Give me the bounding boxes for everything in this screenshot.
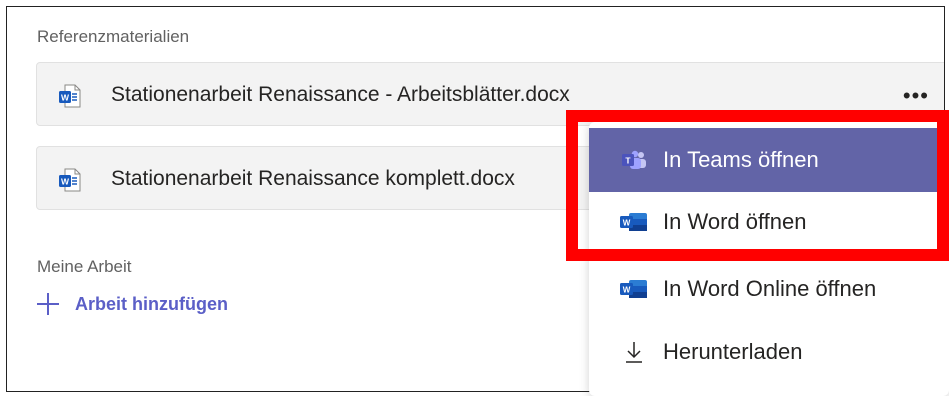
menu-item-open-in-word-online[interactable]: W In Word Online öffnen [589, 257, 949, 321]
svg-text:W: W [623, 286, 631, 295]
menu-item-download[interactable]: Herunterladen [589, 320, 949, 384]
file-name: Stationenarbeit Renaissance - Arbeitsblä… [111, 83, 570, 106]
menu-item-label: In Word öffnen [663, 209, 807, 234]
plus-icon [37, 293, 59, 315]
file-card-arbeitsblaetter[interactable]: W Stationenarbeit Renaissance - Arbeitsb… [36, 62, 944, 126]
word-doc-icon: W [59, 84, 81, 113]
menu-item-label: Herunterladen [663, 339, 803, 364]
menu-item-label: In Word Online öffnen [663, 276, 877, 301]
menu-item-open-in-teams[interactable]: T In Teams öffnen [589, 128, 949, 192]
svg-text:W: W [61, 177, 70, 187]
word-doc-icon: W [59, 168, 81, 197]
download-icon [619, 340, 649, 364]
svg-text:W: W [61, 93, 70, 103]
word-icon: W [619, 210, 649, 234]
menu-item-label: In Teams öffnen [663, 147, 819, 172]
file-name: Stationenarbeit Renaissance komplett.doc… [111, 167, 515, 190]
file-context-menu: T In Teams öffnen W In Word öffnen W In … [589, 122, 949, 396]
svg-text:T: T [625, 156, 631, 166]
my-work-heading: Meine Arbeit [37, 257, 132, 276]
add-work-label: Arbeit hinzufügen [75, 293, 228, 314]
menu-item-open-in-word[interactable]: W In Word öffnen [589, 190, 949, 254]
add-work-button[interactable]: Arbeit hinzufügen [37, 293, 228, 315]
word-icon: W [619, 277, 649, 301]
more-options-button[interactable]: ••• [903, 85, 929, 107]
svg-text:W: W [623, 219, 631, 228]
reference-materials-heading: Referenzmaterialien [37, 27, 190, 46]
teams-icon: T [619, 148, 649, 172]
